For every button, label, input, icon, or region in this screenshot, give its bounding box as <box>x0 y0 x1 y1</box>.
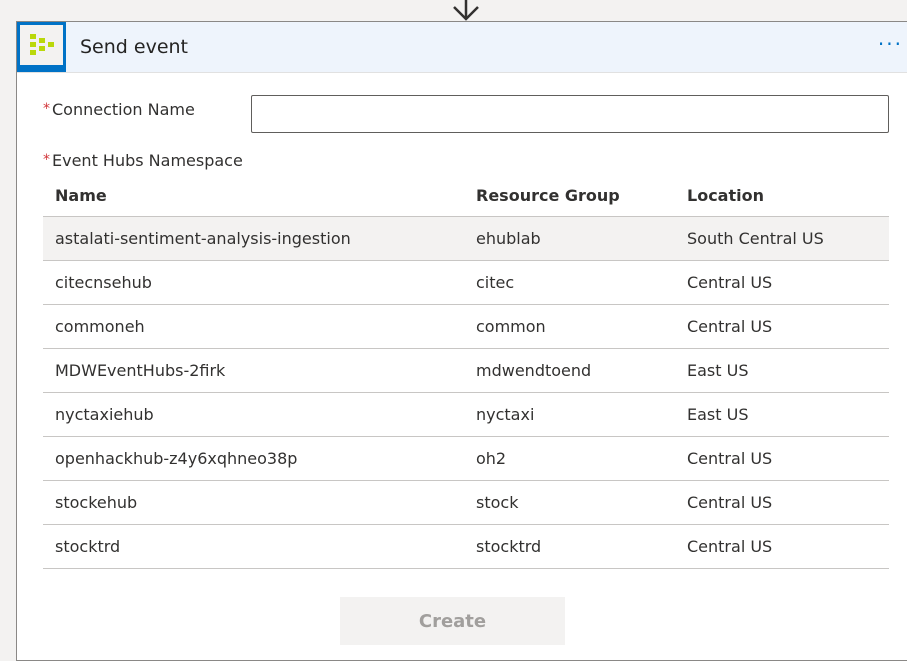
row-name: stocktrd <box>43 524 464 569</box>
row-location: Central US <box>675 524 889 569</box>
row-location: South Central US <box>675 216 889 261</box>
table-row[interactable]: stockehub stock Central US <box>43 480 889 525</box>
card-header[interactable]: Send event ··· <box>17 22 907 73</box>
table-row[interactable]: openhackhub-z4y6xqhneo38p oh2 Central US <box>43 436 889 481</box>
row-name: stockehub <box>43 480 464 525</box>
namespace-table: Name Resource Group Location astalati-se… <box>43 174 889 569</box>
table-row[interactable]: MDWEventHubs-2firk mdwendtoend East US <box>43 348 889 393</box>
event-hubs-namespace-label: * Event Hubs Namespace <box>43 151 243 170</box>
row-resource-group: oh2 <box>464 436 675 481</box>
row-name: MDWEventHubs-2firk <box>43 348 464 393</box>
action-title: Send event <box>80 36 189 58</box>
row-name: astalati-sentiment-analysis-ingestion <box>43 216 464 261</box>
row-resource-group: common <box>464 304 675 349</box>
event-hubs-icon <box>17 22 66 72</box>
row-resource-group: stock <box>464 480 675 525</box>
table-row[interactable]: nyctaxiehub nyctaxi East US <box>43 392 889 437</box>
namespace-label-text: Event Hubs Namespace <box>52 151 243 170</box>
row-location: East US <box>675 392 889 437</box>
table-row[interactable]: citecnsehub citec Central US <box>43 260 889 305</box>
row-resource-group: mdwendtoend <box>464 348 675 393</box>
create-button[interactable]: Create <box>340 597 565 645</box>
column-header-resource-group[interactable]: Resource Group <box>464 174 675 217</box>
more-icon[interactable]: ··· <box>878 34 903 54</box>
row-resource-group: nyctaxi <box>464 392 675 437</box>
column-header-location[interactable]: Location <box>675 174 889 217</box>
connection-name-input[interactable] <box>251 95 889 133</box>
table-row[interactable]: stocktrd stocktrd Central US <box>43 524 889 569</box>
row-name: commoneh <box>43 304 464 349</box>
send-event-card: Send event ··· * Connection Name * Event H… <box>16 21 907 661</box>
connection-name-label-text: Connection Name <box>52 100 195 119</box>
required-marker: * <box>43 101 50 117</box>
row-resource-group: citec <box>464 260 675 305</box>
row-location: Central US <box>675 260 889 305</box>
required-marker: * <box>43 152 50 168</box>
table-row[interactable]: astalati-sentiment-analysis-ingestion eh… <box>43 216 889 261</box>
connection-name-label: * Connection Name <box>43 100 195 119</box>
arrow-down-icon <box>453 0 479 21</box>
row-resource-group: ehublab <box>464 216 675 261</box>
row-location: Central US <box>675 436 889 481</box>
row-name: citecnsehub <box>43 260 464 305</box>
row-resource-group: stocktrd <box>464 524 675 569</box>
row-name: nyctaxiehub <box>43 392 464 437</box>
row-name: openhackhub-z4y6xqhneo38p <box>43 436 464 481</box>
row-location: East US <box>675 348 889 393</box>
row-location: Central US <box>675 480 889 525</box>
row-location: Central US <box>675 304 889 349</box>
table-header-row: Name Resource Group Location <box>43 174 889 217</box>
table-row[interactable]: commoneh common Central US <box>43 304 889 349</box>
column-header-name[interactable]: Name <box>43 174 464 217</box>
